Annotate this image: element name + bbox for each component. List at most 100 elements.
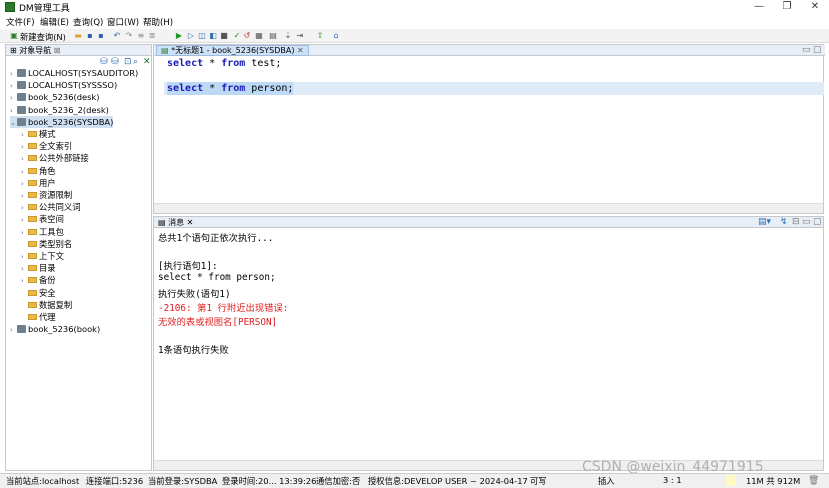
code-line-2[interactable]: select * from person; [167, 82, 294, 95]
maximize-panel-icon[interactable]: ▢ [813, 45, 822, 55]
editor-tab[interactable]: ▤ *无标题1 - book_5236(SYSDBA) ✕ [156, 45, 309, 56]
tree-item[interactable]: › 用户 [21, 177, 56, 189]
commit-icon[interactable]: ✓ [232, 31, 242, 41]
tree-item[interactable]: 数据复制 [21, 299, 72, 311]
redo-icon[interactable]: ↷ [124, 31, 134, 41]
chevron-right-icon[interactable]: › [21, 214, 28, 226]
chevron-right-icon[interactable]: › [10, 324, 17, 336]
chevron-right-icon[interactable]: › [21, 129, 28, 141]
object-tree: › LOCALHOST(SYSAUDITOR) › LOCALHOST(SYSSSO)… [6, 67, 151, 367]
search-icon[interactable]: ⌕ [133, 57, 138, 67]
run-cursor-icon[interactable]: ⇥ [295, 31, 305, 41]
collapse-icon[interactable]: ✕ [143, 57, 151, 67]
chevron-right-icon[interactable]: › [21, 275, 28, 287]
folder-icon [28, 179, 37, 186]
chevron-right-icon[interactable]: › [21, 141, 28, 153]
database-icon [17, 81, 26, 90]
execute-plan-icon[interactable]: ▷ [186, 31, 196, 41]
tree-item[interactable]: › book_5236(book) [10, 323, 100, 335]
tree-item[interactable]: › 工具包 [21, 226, 64, 238]
chevron-right-icon[interactable]: › [10, 92, 17, 104]
tree-item[interactable]: 类型别名 [21, 238, 72, 250]
tree-item-label: 备份 [39, 275, 56, 286]
tree-item[interactable]: › 目录 [21, 262, 56, 274]
tree-item-label: LOCALHOST(SYSAUDITOR) [28, 68, 139, 78]
rollback-icon[interactable]: ↺ [242, 31, 252, 41]
results-icon[interactable]: ▤ [268, 31, 278, 41]
upload-icon[interactable]: ⇧ [315, 31, 325, 41]
execute-icon[interactable]: ▶ [174, 31, 184, 41]
chevron-right-icon[interactable]: › [10, 80, 17, 92]
save-icon[interactable]: ▪ [85, 31, 95, 41]
gc-icon[interactable]: 🗑 [808, 476, 819, 486]
chevron-right-icon[interactable]: › [21, 251, 28, 263]
tree-item-label: 全文索引 [39, 141, 73, 152]
tree-item[interactable]: › 模式 [21, 128, 56, 140]
chevron-down-icon[interactable]: ⌄ [10, 117, 17, 129]
tree-item[interactable]: › book_5236(desk) [10, 91, 99, 103]
tree-item[interactable]: ⌄ book_5236(SYSDBA) [10, 115, 114, 129]
filter-icon[interactable]: ⊡ [124, 57, 132, 67]
open-icon[interactable]: ▬ [73, 31, 83, 41]
tree-item[interactable]: › 上下文 [21, 250, 64, 262]
chevron-right-icon[interactable]: › [21, 227, 28, 239]
tree-item[interactable]: › 角色 [21, 165, 56, 177]
undo-icon[interactable]: ↶ [112, 31, 122, 41]
pin-icon[interactable]: ⊟ [792, 217, 800, 227]
chevron-right-icon[interactable]: › [21, 178, 28, 190]
tree-item[interactable]: › LOCALHOST(SYSSSO) [10, 79, 117, 91]
menu-help[interactable]: 帮助(H) [143, 16, 173, 28]
format-icon[interactable]: ≡ [136, 31, 146, 41]
tree-item[interactable]: › 公共外部链接 [21, 152, 89, 164]
tree-item[interactable]: › book_5236_2(desk) [10, 104, 109, 116]
menu-window[interactable]: 窗口(W) [107, 16, 139, 28]
tree-item[interactable]: › 备份 [21, 274, 56, 286]
chevron-right-icon[interactable]: › [21, 166, 28, 178]
new-query-icon: ▣ [10, 31, 18, 40]
menu-edit[interactable]: 编辑(E) [40, 16, 69, 28]
code-line-1[interactable]: select * from test; [167, 57, 281, 70]
chevron-right-icon[interactable]: › [10, 68, 17, 80]
maximize-message-icon[interactable]: ▢ [813, 217, 822, 227]
minimize-panel-icon[interactable]: ▭ [802, 45, 811, 55]
chevron-right-icon[interactable]: › [10, 105, 17, 117]
clear-icon[interactable]: ↯ [780, 217, 788, 227]
chevron-right-icon[interactable]: › [21, 263, 28, 275]
object-navigator-tab[interactable]: ⊞ 对象导航 ⊠ [6, 45, 151, 56]
connect-icon[interactable]: ⛁ [100, 57, 108, 67]
tree-item[interactable]: › 公共同义词 [21, 201, 81, 213]
chevron-right-icon[interactable]: › [21, 190, 28, 202]
menu-query[interactable]: 查询(Q) [73, 16, 103, 28]
editor-horizontal-scrollbar[interactable] [154, 203, 823, 213]
chevron-right-icon[interactable]: › [21, 202, 28, 214]
close-button[interactable]: ✕ [801, 0, 829, 14]
save-all-icon[interactable]: ▪ [96, 31, 106, 41]
message-view-icon[interactable]: ▤▾ [758, 217, 771, 227]
status-site: 当前站点:localhost [6, 476, 80, 486]
maximize-button[interactable]: ❐ [773, 0, 801, 14]
folder-icon [28, 289, 37, 296]
step-icon[interactable]: ⇣ [283, 31, 293, 41]
explain-icon[interactable]: ◫ [197, 31, 207, 41]
message-tab[interactable]: ▤ 消息 ✕ [154, 217, 823, 228]
minimize-message-icon[interactable]: ▭ [802, 217, 811, 227]
disconnect-icon[interactable]: ⛁ [111, 57, 119, 67]
tree-item[interactable]: › 全文索引 [21, 140, 72, 152]
tree-item[interactable]: › 表空间 [21, 213, 64, 225]
tree-item-label: book_5236(SYSDBA) [28, 116, 114, 127]
home-icon[interactable]: ⌂ [331, 31, 341, 41]
tree-item[interactable]: › LOCALHOST(SYSAUDITOR) [10, 67, 138, 79]
chevron-right-icon[interactable]: › [21, 153, 28, 165]
stop-icon[interactable]: ■ [219, 31, 229, 41]
comment-icon[interactable]: ≣ [147, 31, 157, 41]
object-navigator-panel: ⊞ 对象导航 ⊠ ⛁ ⛁ ⊡ ⌕ ✕ › LOCALHOST(SYSAUDITOR… [5, 44, 152, 471]
tree-item[interactable]: 代理 [21, 311, 56, 323]
tree-item[interactable]: › 资源限制 [21, 189, 72, 201]
minimize-button[interactable]: — [745, 0, 773, 14]
new-query-button[interactable]: 新建查询(N) [20, 31, 66, 43]
tree-item-label: LOCALHOST(SYSSSO) [28, 80, 118, 91]
debug-icon[interactable]: ◧ [208, 31, 218, 41]
menu-file[interactable]: 文件(F) [6, 16, 35, 28]
tree-item[interactable]: 安全 [21, 287, 56, 299]
grid-icon[interactable]: ▦ [254, 31, 264, 41]
